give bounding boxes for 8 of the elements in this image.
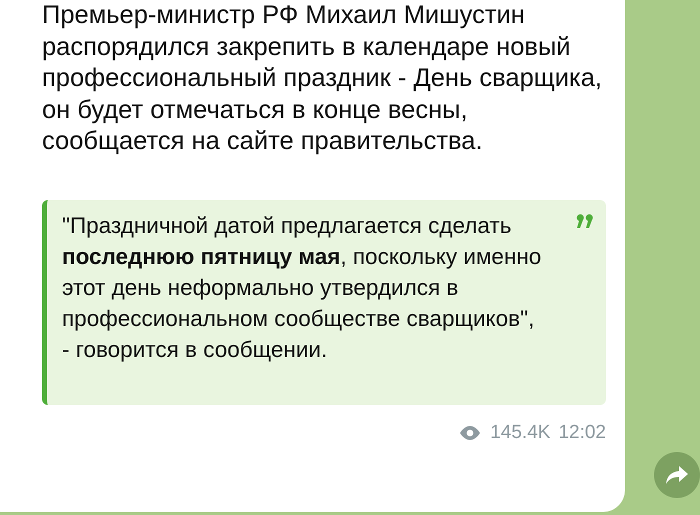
- message-text: Премьер-министр РФ Михаил Мишустин распорядился закрепить в календаре новый профессиональный праздник - День сварщика, он будет отмечаться в конце весны, сообщается на сайте правительства.: [42, 0, 602, 157]
- message-time: 12:02: [558, 422, 606, 444]
- quote-text: "Праздничной датой предлагается сделать последнюю пятницу мая, поскольку именно этот день неформально утвердился в профессиональном сообществе сварщиков", - говорится в сообщении.: [62, 212, 542, 364]
- share-icon: [665, 464, 689, 486]
- share-button[interactable]: [654, 452, 700, 498]
- quote-icon: [576, 214, 594, 228]
- view-count: 145.4K: [490, 422, 550, 444]
- eye-icon: [458, 424, 482, 440]
